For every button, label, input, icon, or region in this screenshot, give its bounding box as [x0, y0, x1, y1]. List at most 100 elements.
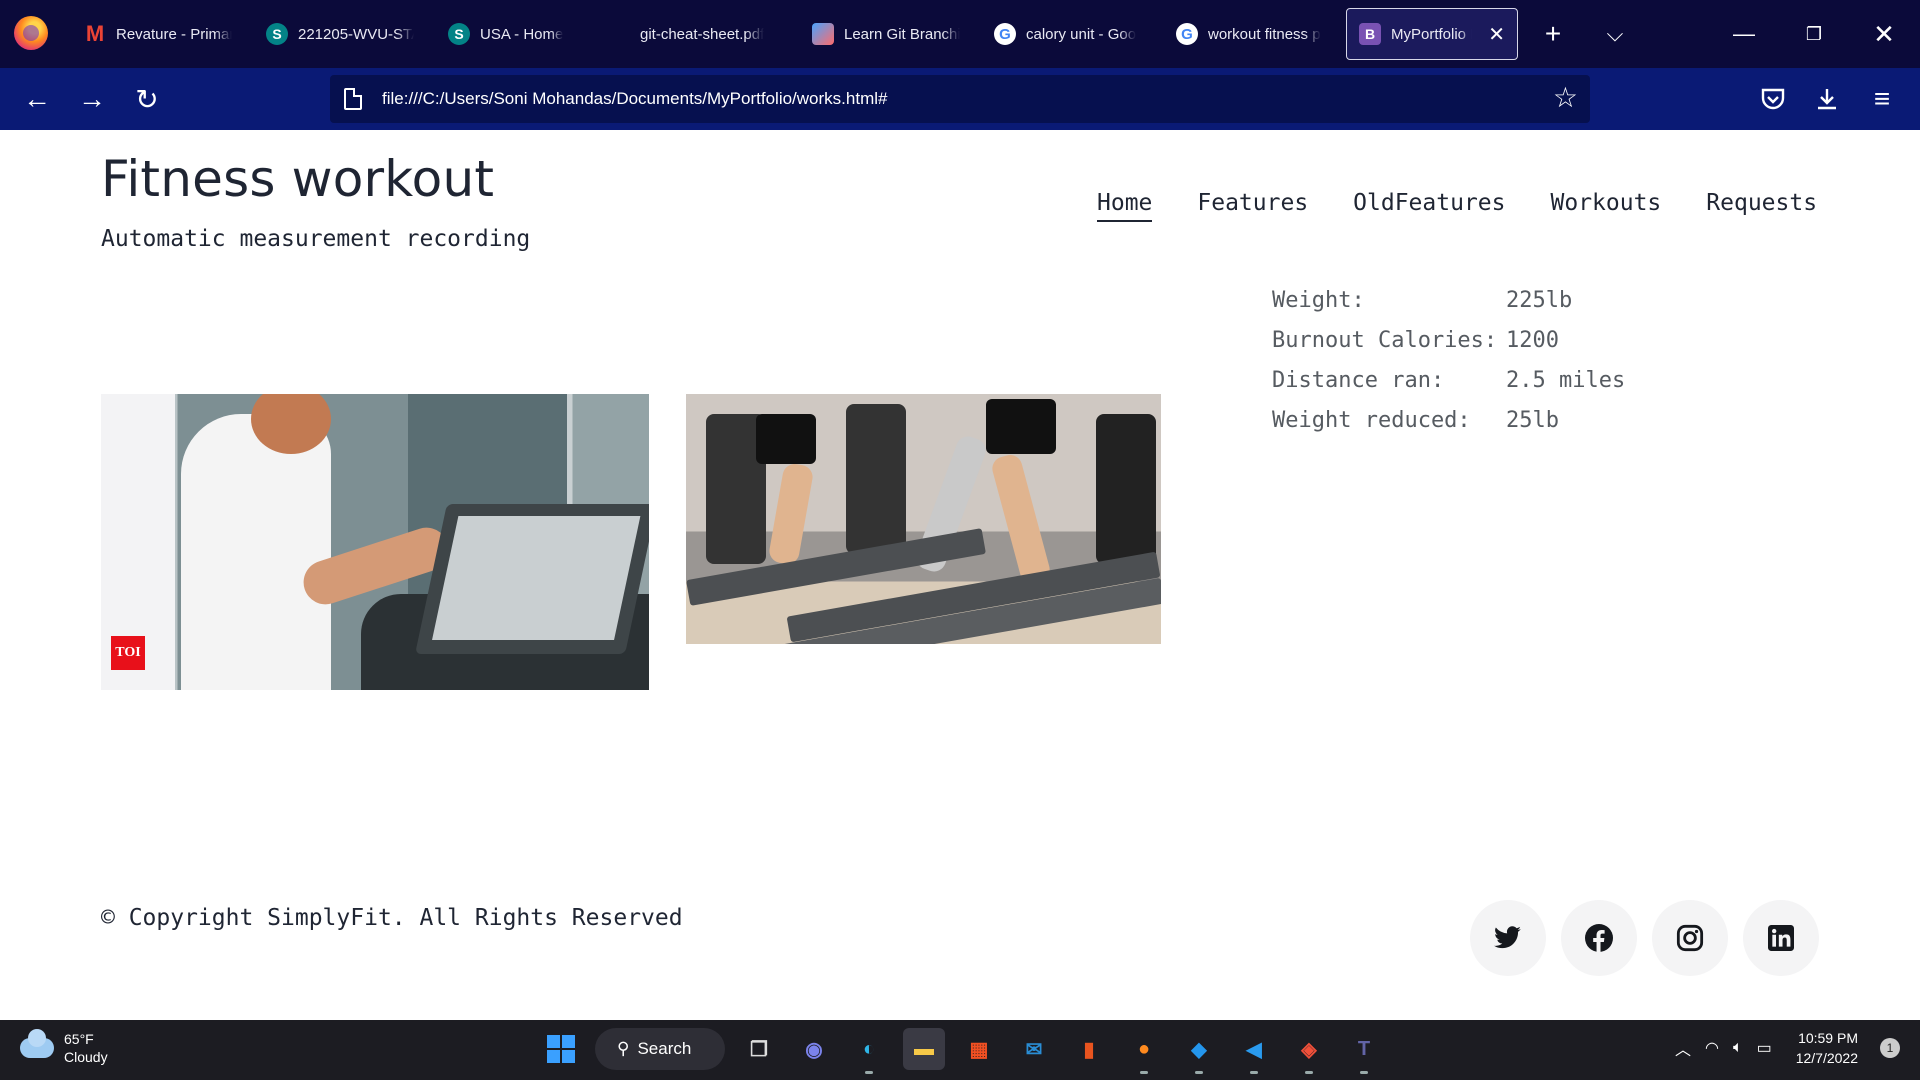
docker-icon[interactable]: ◆: [1178, 1028, 1220, 1074]
restore-icon[interactable]: ❐: [1792, 12, 1836, 56]
stat-label: Burnout Calories:: [1272, 327, 1498, 353]
stats-panel: Weight: 225lb Burnout Calories: 1200 Dis…: [1272, 280, 1625, 440]
search-label: Search: [637, 1039, 692, 1058]
bookmark-star-icon[interactable]: ☆: [1553, 83, 1578, 113]
taskbar-apps: ⚲ Search ❐ ◉ ◐ ▬ ▦ ✉ ▮ ● ◆ ◀ ◈ T: [540, 1028, 1385, 1074]
tab-git-cheat-sheet[interactable]: git-cheat-sheet.pdf: [618, 8, 798, 60]
pocket-icon[interactable]: [1752, 78, 1794, 120]
nav-features[interactable]: Features: [1197, 190, 1308, 222]
address-bar[interactable]: file:///C:/Users/Soni Mohandas/Documents…: [330, 75, 1590, 123]
page-content: Fitness workout Automatic measurement re…: [0, 130, 1920, 1020]
battery-icon[interactable]: ▭: [1757, 1038, 1772, 1058]
stat-weight: Weight: 225lb: [1272, 280, 1625, 320]
tab-revature[interactable]: M Revature - Primar: [72, 8, 244, 60]
gmail-icon: M: [85, 21, 105, 46]
stat-distance-ran: Distance ran: 2.5 miles: [1272, 360, 1625, 400]
tab-myportfolio[interactable]: B MyPortfolio Bo ✕: [1346, 8, 1518, 60]
stat-label: Weight:: [1272, 287, 1365, 313]
nav-workouts[interactable]: Workouts: [1551, 190, 1662, 222]
volume-icon[interactable]: 🔈︎: [1733, 1039, 1743, 1057]
stat-burnout-calories: Burnout Calories: 1200: [1272, 320, 1625, 360]
gym-treadmill-photo: TOI: [101, 394, 649, 690]
site-subtitle: Automatic measurement recording: [101, 226, 531, 252]
list-tabs-chevron-icon[interactable]: ⌵: [1595, 14, 1635, 54]
system-tray: ︿ ◠ 🔈︎ ▭ 10:59 PM 12/7/2022 1: [1675, 1028, 1900, 1068]
bootstrap-icon: B: [1359, 23, 1381, 45]
teams-chat-icon[interactable]: ◉: [793, 1028, 835, 1070]
back-arrow-icon[interactable]: ←: [16, 78, 58, 120]
teams-icon[interactable]: T: [1343, 1028, 1385, 1074]
firefox-taskbar-icon[interactable]: ●: [1123, 1028, 1165, 1074]
vscode-icon[interactable]: ◀: [1233, 1028, 1275, 1074]
stat-value: 2.5 miles: [1506, 367, 1626, 393]
search-icon: ⚲: [617, 1039, 630, 1058]
nav-home[interactable]: Home: [1097, 190, 1153, 222]
toi-logo: TOI: [111, 636, 145, 670]
tab-usa-home[interactable]: S USA - Home: [436, 8, 608, 60]
tab-calory-unit[interactable]: G calory unit - Goo: [982, 8, 1154, 60]
close-window-icon[interactable]: ✕: [1862, 12, 1906, 56]
tab-title: USA - Home: [480, 25, 564, 43]
google-icon: G: [994, 23, 1016, 45]
minimize-icon[interactable]: —: [1722, 12, 1766, 56]
site-nav: Home Features OldFeatures Workouts Reque…: [1097, 190, 1817, 222]
google-icon: G: [1176, 23, 1198, 45]
clock[interactable]: 10:59 PM 12/7/2022: [1796, 1028, 1858, 1068]
site-title: Fitness workout: [101, 150, 495, 208]
stat-value: 225lb: [1506, 287, 1573, 313]
show-hidden-icons-chevron-icon[interactable]: ︿: [1675, 1036, 1691, 1060]
task-view-icon[interactable]: ❐: [738, 1028, 780, 1070]
stat-value: 1200: [1506, 327, 1559, 353]
tab-title: workout fitness p: [1208, 25, 1321, 43]
instagram-icon[interactable]: [1652, 900, 1728, 976]
stat-label: Weight reduced:: [1272, 407, 1471, 433]
new-tab-icon[interactable]: +: [1533, 14, 1573, 54]
tab-title: git-cheat-sheet.pdf: [640, 25, 765, 43]
weather-widget[interactable]: 65°F Cloudy: [20, 1029, 108, 1066]
treadmill-runners-photo: [686, 394, 1161, 644]
twitter-icon[interactable]: [1470, 900, 1546, 976]
copyright-text: © Copyright SimplyFit. All Rights Reserv…: [101, 905, 683, 931]
tab-title: MyPortfolio Bo: [1391, 25, 1472, 43]
microsoft-store-icon[interactable]: ▦: [958, 1028, 1000, 1070]
facebook-icon[interactable]: [1561, 900, 1637, 976]
stat-label: Distance ran:: [1272, 367, 1445, 393]
social-links: [1470, 900, 1819, 976]
windows-taskbar: 65°F Cloudy ⚲ Search ❐ ◉ ◐ ▬ ▦ ✉ ▮ ● ◆ ◀…: [0, 1020, 1920, 1080]
time: 10:59 PM: [1798, 1030, 1858, 1046]
nav-oldfeatures[interactable]: OldFeatures: [1353, 190, 1505, 222]
tab-learn-git[interactable]: Learn Git Branchi: [800, 8, 972, 60]
reload-icon[interactable]: ↻: [126, 78, 168, 120]
sharepoint-icon: S: [448, 23, 470, 45]
notification-badge[interactable]: 1: [1880, 1038, 1900, 1058]
office-icon[interactable]: ▮: [1068, 1028, 1110, 1070]
mail-icon[interactable]: ✉: [1013, 1028, 1055, 1070]
close-tab-icon[interactable]: ✕: [1488, 22, 1505, 47]
stat-weight-reduced: Weight reduced: 25lb: [1272, 400, 1625, 440]
tab-title: calory unit - Goo: [1026, 25, 1137, 43]
git-taskbar-icon[interactable]: ◈: [1288, 1028, 1330, 1074]
browser-nav-bar: ← → ↻ file:///C:/Users/Soni Mohandas/Doc…: [0, 68, 1920, 130]
linkedin-icon[interactable]: [1743, 900, 1819, 976]
tab-title: 221205-WVU-STA: [298, 25, 414, 43]
file-explorer-icon[interactable]: ▬: [903, 1028, 945, 1070]
cloud-icon: [20, 1029, 54, 1058]
downloads-icon[interactable]: [1806, 78, 1848, 120]
browser-tab-strip: M Revature - Primar S 221205-WVU-STA S U…: [0, 0, 1920, 68]
weather-condition: Cloudy: [64, 1049, 108, 1065]
windows-start-icon[interactable]: [540, 1028, 582, 1070]
temperature: 65°F: [64, 1031, 94, 1047]
edge-icon[interactable]: ◐: [848, 1028, 890, 1074]
tab-wvu[interactable]: S 221205-WVU-STA: [254, 8, 426, 60]
taskbar-search[interactable]: ⚲ Search: [595, 1028, 725, 1070]
page-icon: [344, 88, 362, 110]
firefox-menu-icon[interactable]: [14, 16, 48, 50]
forward-arrow-icon[interactable]: →: [71, 78, 113, 120]
nav-requests[interactable]: Requests: [1706, 190, 1817, 222]
stat-value: 25lb: [1506, 407, 1559, 433]
wifi-icon[interactable]: ◠: [1705, 1038, 1719, 1058]
url-text[interactable]: file:///C:/Users/Soni Mohandas/Documents…: [382, 89, 887, 109]
hamburger-menu-icon[interactable]: ≡: [1861, 78, 1903, 120]
tab-workout-fitness[interactable]: G workout fitness p: [1164, 8, 1336, 60]
sharepoint-icon: S: [266, 23, 288, 45]
